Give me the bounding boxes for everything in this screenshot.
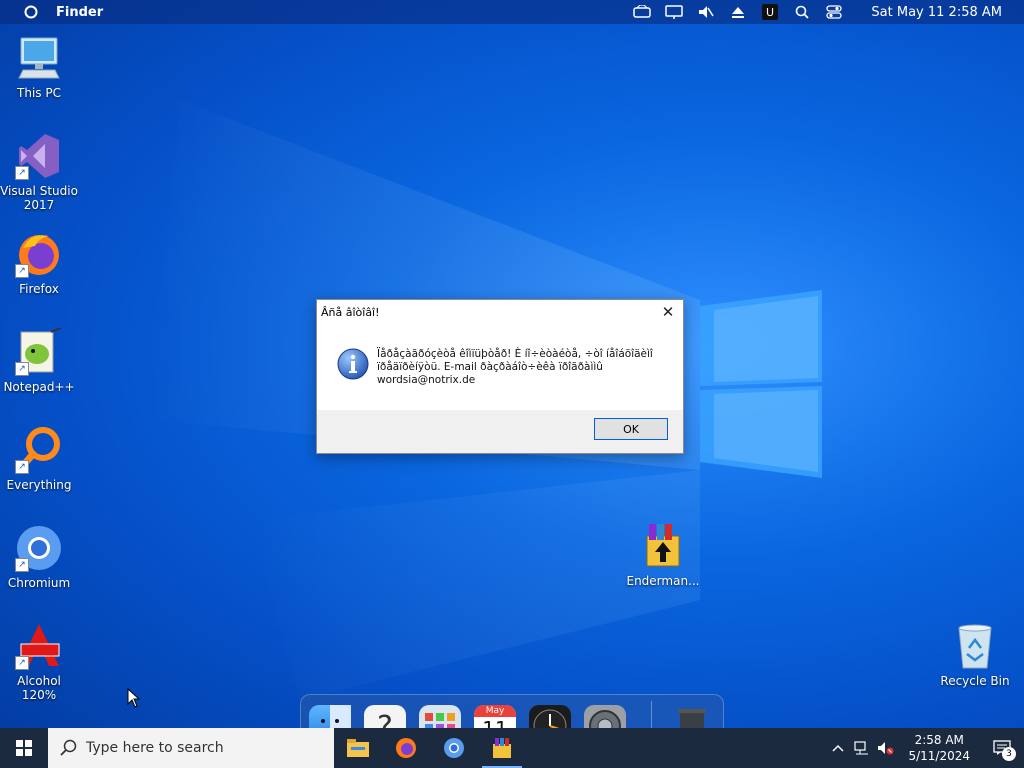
circle-icon[interactable]: [22, 3, 40, 21]
eject-icon[interactable]: [729, 3, 747, 21]
chevron-up-icon[interactable]: [826, 728, 850, 768]
desktop-icon-label: Firefox: [19, 282, 59, 296]
desktop-icon-notepadpp[interactable]: ↗ Notepad++: [0, 327, 78, 394]
taskbar-winrar[interactable]: [478, 728, 526, 768]
firefox-icon: ↗: [15, 230, 63, 278]
desktop-icon-chromium[interactable]: ↗ Chromium: [0, 524, 78, 590]
close-button[interactable]: ✕: [653, 300, 683, 324]
desktop-icon-label: Notepad++: [3, 380, 75, 394]
dialog-message-line: wordsia@notrix.de: [377, 374, 476, 386]
dialog-message-line: ïðåäïðèíÿòü. E-mail ðàçðàáîò÷èêà ïðîãðàì…: [377, 361, 603, 373]
desktop-icon-everything[interactable]: ↗ Everything: [0, 426, 78, 492]
volume-muted-icon[interactable]: [874, 728, 898, 768]
start-button[interactable]: [0, 728, 48, 768]
visual-studio-icon: ↗: [15, 132, 63, 180]
recycle-bin-icon: [951, 622, 999, 670]
desktop-icon-label: Chromium: [7, 576, 71, 590]
taskbar: Type here to search 2:58 AM 5/11/2024 3: [0, 728, 1024, 768]
shortcut-arrow-icon: ↗: [15, 460, 29, 474]
windows-logo-icon: [16, 740, 32, 756]
folder-icon: [347, 739, 369, 757]
calendar-month: May: [474, 705, 516, 717]
top-menu-bar: Finder U Sat May 11 2:58 AM: [0, 0, 1024, 24]
mute-icon[interactable]: [697, 3, 715, 21]
notepadpp-icon: ↗: [15, 327, 63, 376]
active-app-name[interactable]: Finder: [56, 5, 103, 20]
taskbar-clock[interactable]: 2:58 AM 5/11/2024: [898, 732, 980, 764]
desktop-icon-label: This PC: [17, 86, 61, 100]
desktop-icon-visual-studio[interactable]: ↗ Visual Studio 2017: [0, 132, 78, 212]
dialog-body: Ïåðåçàãðóçèòå êîìïüþòåð! È íî÷èòàéòå, ÷ò…: [317, 324, 683, 410]
desktop-icon-alcohol[interactable]: ↗ Alcohol 120%: [0, 622, 78, 702]
notification-count-badge: 3: [1002, 747, 1016, 761]
dialog-title: Âñå âîòîâî!: [321, 305, 380, 319]
dialog-footer: OK: [317, 410, 683, 452]
message-dialog: Âñå âîòîâî! ✕ Ïåðåçàãðóçèòå êîìïüþòåð! È…: [316, 299, 684, 454]
desktop-icon-this-pc[interactable]: This PC: [0, 34, 78, 100]
dialog-message-line: Ïåðåçàãðóçèòå êîìïüþòåð! È íî÷èòàéòå, ÷ò…: [377, 348, 653, 360]
cast-icon[interactable]: [633, 3, 652, 21]
everything-search-icon: ↗: [15, 426, 63, 474]
taskbar-file-explorer[interactable]: [334, 728, 382, 768]
system-tray: 2:58 AM 5/11/2024 3: [826, 728, 1024, 768]
clock-time: 2:58 AM: [914, 733, 964, 747]
computer-icon: [15, 34, 63, 82]
notification-center-button[interactable]: 3: [980, 728, 1024, 768]
search-icon[interactable]: [793, 3, 811, 21]
desktop: Finder U Sat May 11 2:58 AM This PC ↗ Vi…: [0, 0, 1024, 768]
monitor-icon[interactable]: [665, 3, 684, 21]
u-icon[interactable]: U: [761, 3, 779, 21]
desktop-icon-label: Everything: [6, 478, 72, 492]
desktop-icon-label: Recycle Bin: [940, 674, 1010, 688]
ok-button[interactable]: OK: [594, 418, 668, 440]
network-icon[interactable]: [850, 728, 874, 768]
mouse-cursor-icon: [127, 688, 141, 708]
clock-date: 5/11/2024: [908, 749, 970, 763]
alcohol-icon: ↗: [15, 622, 63, 670]
svg-text:U: U: [766, 6, 774, 19]
taskbar-firefox[interactable]: [382, 728, 430, 768]
shortcut-arrow-icon: ↗: [15, 656, 29, 670]
desktop-icon-label: Alcohol 120%: [17, 674, 61, 702]
shortcut-arrow-icon: ↗: [15, 558, 29, 572]
close-icon: ✕: [661, 303, 675, 321]
chromium-icon: ↗: [15, 524, 63, 572]
search-placeholder: Type here to search: [86, 740, 224, 756]
desktop-icon-enderman[interactable]: Enderman...: [624, 522, 702, 588]
chromium-icon: [444, 738, 464, 758]
menubar-clock[interactable]: Sat May 11 2:58 AM: [871, 5, 1002, 20]
desktop-icon-label: Visual Studio 2017: [0, 184, 78, 212]
desktop-icon-firefox[interactable]: ↗ Firefox: [0, 230, 78, 296]
firefox-icon: [396, 738, 416, 758]
control-center-icon[interactable]: [825, 3, 843, 21]
taskbar-chromium[interactable]: [430, 728, 478, 768]
shortcut-arrow-icon: ↗: [15, 166, 29, 180]
winrar-archive-icon: [493, 738, 511, 758]
search-icon: [60, 739, 78, 757]
dialog-message: Ïåðåçàãðóçèòå êîìïüþòåð! È íî÷èòàéòå, ÷ò…: [377, 348, 657, 387]
winrar-archive-icon: [639, 522, 687, 570]
dialog-titlebar[interactable]: Âñå âîòîâî! ✕: [317, 300, 683, 324]
taskbar-search-box[interactable]: Type here to search: [48, 728, 334, 768]
shortcut-arrow-icon: ↗: [15, 264, 29, 278]
shortcut-arrow-icon: ↗: [15, 362, 29, 376]
info-icon: [337, 348, 369, 380]
desktop-icon-recycle-bin[interactable]: Recycle Bin: [936, 622, 1014, 688]
desktop-icon-label: Enderman...: [626, 574, 700, 588]
